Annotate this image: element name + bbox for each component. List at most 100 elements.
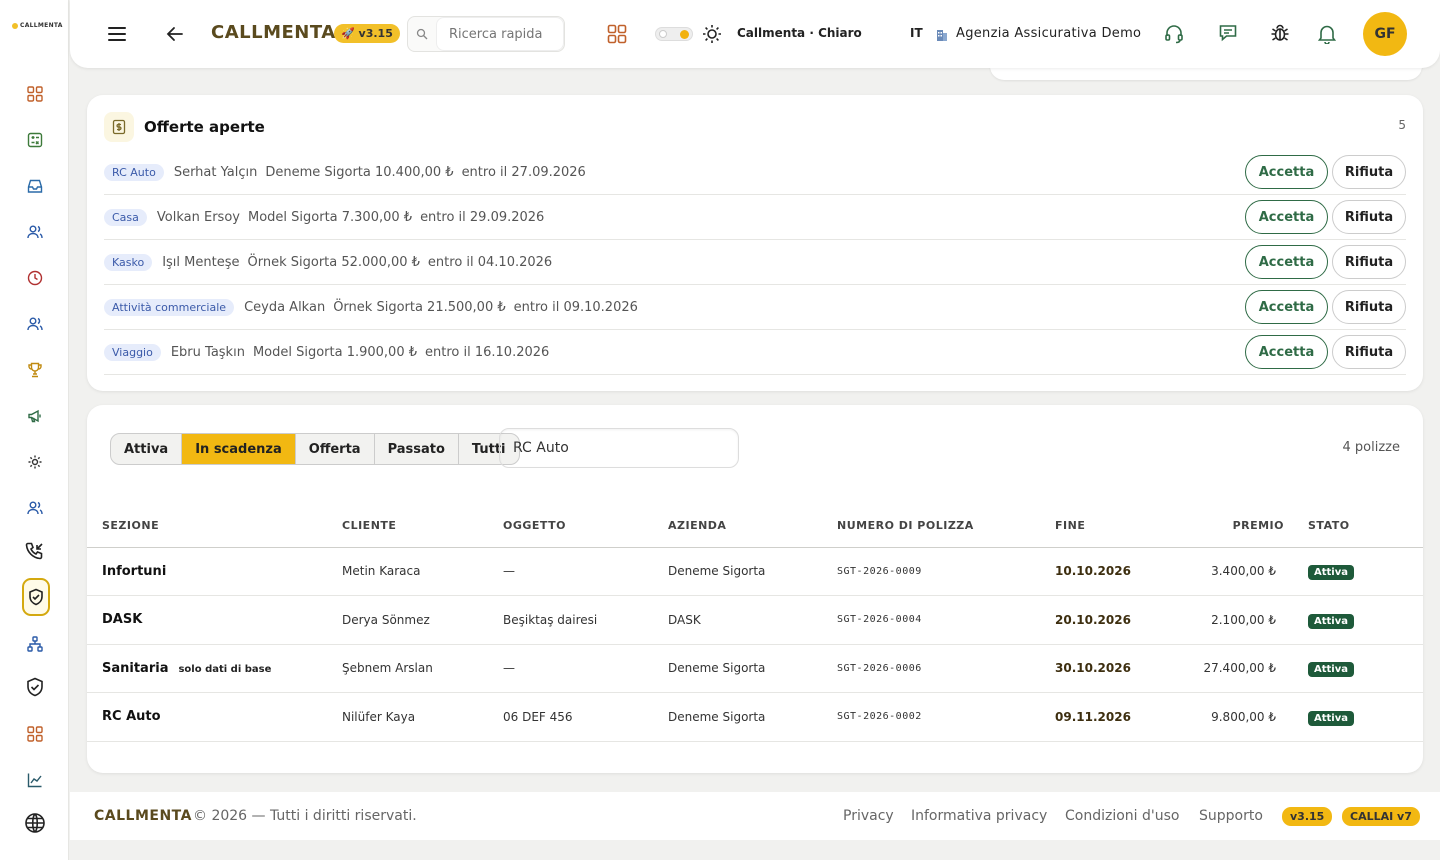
reject-button[interactable]: Rifiuta <box>1332 155 1406 189</box>
col-stato[interactable]: STATO <box>1308 505 1423 548</box>
network-icon[interactable] <box>22 631 48 657</box>
policy-company: Deneme Sigorta <box>668 644 837 693</box>
users-icon[interactable] <box>22 311 48 337</box>
footer-link-privacy-notice[interactable]: Informativa privacy <box>911 808 1047 824</box>
col-azienda[interactable]: AZIENDA <box>668 505 837 548</box>
status-badge: Attiva <box>1308 613 1354 629</box>
policy-company: DASK <box>668 595 837 645</box>
offer-client: Işıl Menteşe <box>162 254 240 270</box>
user-avatar[interactable]: GF <box>1363 12 1407 56</box>
policy-company: Deneme Sigorta <box>668 547 837 596</box>
settings-link-icon[interactable] <box>22 449 48 475</box>
shield-check-icon[interactable] <box>22 674 48 700</box>
policy-number: SGT-2026-0002 <box>837 692 1055 742</box>
offer-client: Ceyda Alkan <box>244 299 326 315</box>
chart-icon[interactable] <box>22 767 48 793</box>
chat-icon[interactable] <box>1218 23 1238 43</box>
megaphone-icon[interactable] <box>22 403 48 429</box>
footer-callai-badge: CALLAI v7 <box>1342 806 1420 826</box>
policies-table: SEZIONE CLIENTE OGGETTO AZIENDA NUMERO D… <box>87 505 1423 742</box>
footer-link-privacy[interactable]: Privacy <box>843 808 894 824</box>
table-row[interactable]: RC Auto Nilüfer Kaya 06 DEF 456 Deneme S… <box>87 692 1423 742</box>
policy-shield-icon[interactable] <box>22 578 50 616</box>
sidebar-logo[interactable]: CALLMENTA <box>12 22 63 29</box>
policy-client: Nilüfer Kaya <box>342 692 503 742</box>
col-numero[interactable]: NUMERO DI POLIZZA <box>837 505 1055 548</box>
headset-icon[interactable] <box>1164 24 1184 44</box>
bell-icon[interactable] <box>1318 24 1336 44</box>
accept-button[interactable]: Accetta <box>1245 335 1328 369</box>
team-icon[interactable] <box>22 495 48 521</box>
dashboard-icon[interactable] <box>22 81 48 107</box>
tab-attiva[interactable]: Attiva <box>111 434 183 464</box>
search-input[interactable] <box>436 17 564 51</box>
tab-in-scadenza[interactable]: In scadenza <box>182 434 296 464</box>
policy-client: Derya Sönmez <box>342 595 503 645</box>
tab-passato[interactable]: Passato <box>375 434 459 464</box>
col-sezione[interactable]: SEZIONE <box>87 505 342 548</box>
accept-button[interactable]: Accetta <box>1245 200 1328 234</box>
offer-due: entro il 09.10.2026 <box>513 299 638 315</box>
offer-detail: Örnek Sigorta 52.000,00 ₺ <box>247 254 420 270</box>
policy-number: SGT-2026-0006 <box>837 644 1055 693</box>
accept-button[interactable]: Accetta <box>1245 155 1328 189</box>
apps-grid-icon[interactable] <box>607 24 627 44</box>
menu-icon[interactable] <box>107 25 127 43</box>
sidebar: CALLMENTA <box>0 0 69 860</box>
reject-button[interactable]: Rifiuta <box>1332 245 1406 279</box>
search-icon <box>408 28 436 40</box>
sun-icon[interactable] <box>702 24 722 44</box>
apps-icon[interactable] <box>22 721 48 747</box>
footer-link-support[interactable]: Supporto <box>1199 808 1263 824</box>
footer-version-badge: v3.15 <box>1282 806 1333 826</box>
calculator-icon[interactable] <box>22 127 48 153</box>
version-badge: 🚀 v3.15 <box>334 24 400 43</box>
agency-selector[interactable]: Agenzia Assicurativa Demo <box>956 26 1141 41</box>
policy-object: — <box>503 644 668 693</box>
status-badge: Attiva <box>1308 565 1354 581</box>
topbar: CALLMENTA 🚀 v3.15 Callmenta · Chiaro IT … <box>70 0 1440 68</box>
globe-icon[interactable] <box>22 810 48 836</box>
offer-tag: Viaggio <box>104 343 161 361</box>
offer-tag: RC Auto <box>104 163 164 181</box>
reject-button[interactable]: Rifiuta <box>1332 335 1406 369</box>
col-fine[interactable]: FINE <box>1055 505 1175 548</box>
reject-button[interactable]: Rifiuta <box>1332 290 1406 324</box>
table-row[interactable]: Infortuni Metin Karaca — Deneme Sigorta … <box>87 547 1423 596</box>
theme-label[interactable]: Callmenta · Chiaro <box>737 26 862 40</box>
policy-count: 4 polizze <box>1342 440 1400 455</box>
col-premio[interactable]: PREMIO <box>1175 505 1308 548</box>
policy-end: 30.10.2026 <box>1055 644 1175 693</box>
offer-client: Ebru Taşkın <box>170 344 245 360</box>
quick-search[interactable] <box>407 16 565 52</box>
offer-document-icon <box>104 112 134 142</box>
policy-premium: 2.100,00 ₺ <box>1175 595 1308 645</box>
col-cliente[interactable]: CLIENTE <box>342 505 503 548</box>
offer-due: entro il 27.09.2026 <box>461 164 586 180</box>
contacts-icon[interactable] <box>22 219 48 245</box>
clock-icon[interactable] <box>22 265 48 291</box>
phone-transfer-icon[interactable] <box>22 538 48 564</box>
back-arrow-icon[interactable] <box>166 26 184 42</box>
section-filter-input[interactable]: RC Auto <box>499 428 739 468</box>
inbox-icon[interactable] <box>22 173 48 199</box>
bug-icon[interactable] <box>1270 23 1290 43</box>
footer-link-terms[interactable]: Condizioni d'uso <box>1065 808 1179 824</box>
col-oggetto[interactable]: OGGETTO <box>503 505 668 548</box>
table-row[interactable]: Sanitaria solo dati di base Şebnem Arslan… <box>87 644 1423 693</box>
policy-number: SGT-2026-0004 <box>837 595 1055 645</box>
offer-due: entro il 29.09.2026 <box>420 209 545 225</box>
language-selector[interactable]: IT <box>910 26 923 40</box>
reject-button[interactable]: Rifiuta <box>1332 200 1406 234</box>
accept-button[interactable]: Accetta <box>1245 245 1328 279</box>
accept-button[interactable]: Accetta <box>1245 290 1328 324</box>
policy-number: SGT-2026-0009 <box>837 547 1055 596</box>
offer-row: Kasko Işıl Menteşe Örnek Sigorta 52.000,… <box>104 240 1406 285</box>
trophy-icon[interactable] <box>22 357 48 383</box>
tab-offerta[interactable]: Offerta <box>296 434 375 464</box>
brand-title[interactable]: CALLMENTA <box>211 22 336 43</box>
table-row[interactable]: DASK Derya Sönmez Beşiktaş dairesi DASK … <box>87 595 1423 645</box>
offer-client: Serhat Yalçın <box>173 164 258 180</box>
theme-toggle[interactable] <box>655 27 693 41</box>
offer-client: Volkan Ersoy <box>156 209 240 225</box>
